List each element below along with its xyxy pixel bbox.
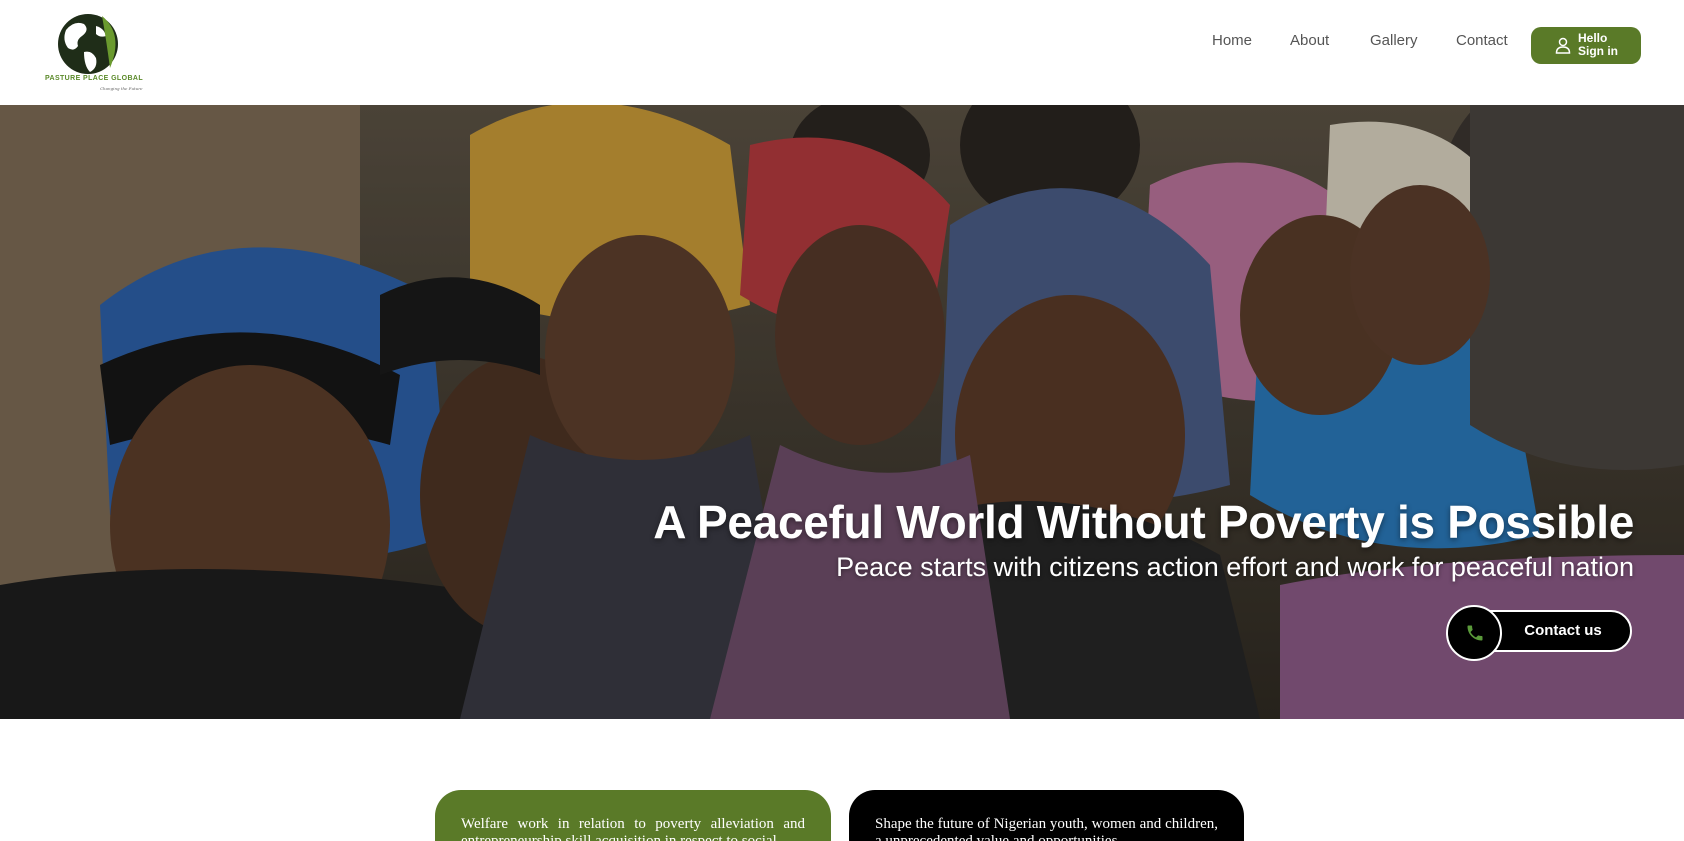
hero-title: A Peaceful World Without Poverty is Poss… [653,496,1634,548]
brand-tagline: Changing the Future [100,86,143,91]
brand-name: PASTURE PLACE GLOBAL [44,75,144,82]
sign-in-button[interactable]: Hello Sign in [1531,27,1641,64]
nav-contact[interactable]: Contact [1456,32,1508,49]
youth-card: Shape the future of Nigerian youth, wome… [849,790,1244,841]
sign-in-label: Hello Sign in [1578,32,1618,58]
phone-button-circle[interactable] [1446,605,1502,661]
globe-leaf-icon [58,14,118,74]
welfare-card-text: Welfare work in relation to poverty alle… [461,816,805,841]
phone-icon [1467,625,1483,641]
nav-home[interactable]: Home [1212,32,1252,49]
nav-about[interactable]: About [1290,32,1329,49]
sign-in-line2: Sign in [1578,44,1618,58]
brand-logo[interactable]: PASTURE PLACE GLOBAL Changing the Future [44,8,144,96]
hero-banner: A Peaceful World Without Poverty is Poss… [0,105,1684,719]
user-icon [1555,37,1571,54]
site-header: PASTURE PLACE GLOBAL Changing the Future… [0,0,1684,105]
nav-gallery[interactable]: Gallery [1370,32,1418,49]
contact-us-button[interactable]: Contact us [1446,605,1632,661]
hero-photo [0,105,1684,719]
welfare-card: Welfare work in relation to poverty alle… [435,790,831,841]
hero-subtitle: Peace starts with citizens action effort… [836,552,1634,582]
youth-card-text: Shape the future of Nigerian youth, wome… [875,816,1218,841]
